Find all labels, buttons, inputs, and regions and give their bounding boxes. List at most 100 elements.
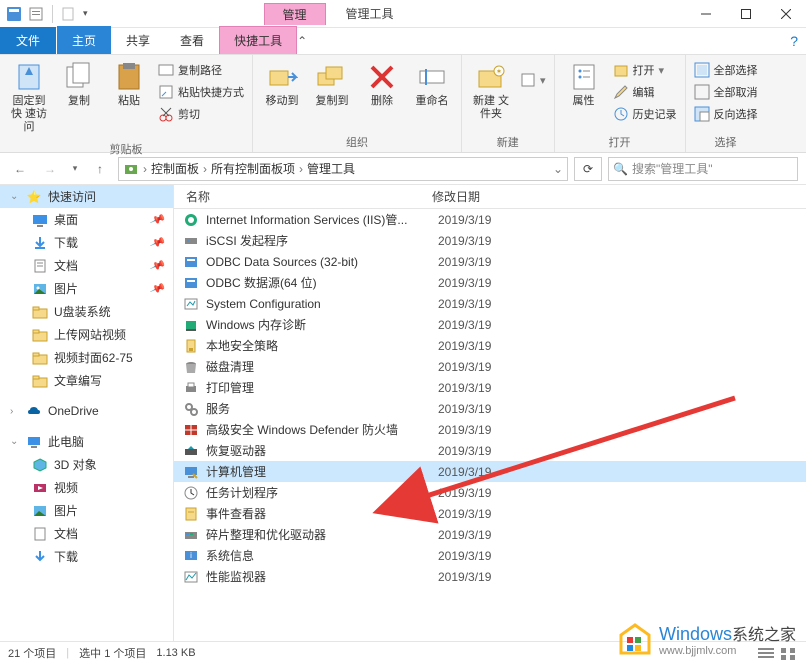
nav-udisk[interactable]: U盘装系统 (0, 300, 173, 323)
qat-dropdown-icon[interactable]: ▾ (83, 8, 88, 19)
nav-desktop[interactable]: 桌面📌 (0, 208, 173, 231)
nav-videos[interactable]: 视频 (0, 476, 173, 499)
file-date: 2019/3/19 (438, 549, 491, 563)
file-name: 本地安全策略 (206, 337, 438, 354)
file-list: Internet Information Services (IIS)管... 2… (174, 209, 806, 587)
nav-documents[interactable]: 文档📌 (0, 254, 173, 277)
tab-home[interactable]: 主页 (57, 26, 111, 54)
edit-button[interactable]: 编辑 (611, 83, 679, 101)
file-row[interactable]: 恢复驱动器2019/3/19 (174, 440, 806, 461)
nav-3d-objects[interactable]: 3D 对象 (0, 453, 173, 476)
column-header-name[interactable]: 名称 (174, 188, 432, 205)
nav-pictures[interactable]: 图片📌 (0, 277, 173, 300)
nav-videocover[interactable]: 视频封面62-75 (0, 346, 173, 369)
nav-quick-access[interactable]: ⌄ ⭐ 快速访问 (0, 185, 173, 208)
file-row[interactable]: 高级安全 Windows Defender 防火墙2019/3/19 (174, 419, 806, 440)
cut-button[interactable]: 剪切 (156, 105, 246, 123)
tab-share[interactable]: 共享 (111, 26, 165, 54)
file-row[interactable]: 任务计划程序2019/3/19 (174, 482, 806, 503)
maximize-button[interactable] (726, 0, 766, 28)
file-row[interactable]: ODBC Data Sources (32-bit)2019/3/19 (174, 251, 806, 272)
file-name: ODBC 数据源(64 位) (206, 274, 438, 291)
tab-view[interactable]: 查看 (165, 26, 219, 54)
minimize-button[interactable] (686, 0, 726, 28)
crumb-0[interactable]: 控制面板 (151, 160, 199, 177)
quick-access-toolbar: ▾ (0, 5, 94, 23)
expand-icon[interactable]: ⌄ (10, 191, 20, 202)
nav-onedrive[interactable]: ›OneDrive (0, 400, 173, 422)
properties-button[interactable]: 属性 (561, 57, 607, 112)
nav-up-button[interactable]: ↑ (88, 157, 112, 181)
qat-icon-props[interactable] (28, 6, 44, 22)
file-row[interactable]: iSCSI 发起程序2019/3/19 (174, 230, 806, 251)
search-input[interactable]: 🔍 搜索"管理工具" (608, 157, 798, 181)
copy-to-button[interactable]: 复制到 (309, 57, 355, 112)
file-row[interactable]: System Configuration2019/3/19 (174, 293, 806, 314)
file-icon (182, 337, 200, 355)
pc-icon (26, 434, 42, 450)
nav-forward-button[interactable]: → (38, 157, 62, 181)
new-folder-button[interactable]: ✶新建 文件夹 (468, 57, 514, 125)
chevron-right-icon[interactable]: › (297, 162, 305, 176)
tab-file[interactable]: 文件 (0, 27, 56, 54)
nav-downloads[interactable]: 下载📌 (0, 231, 173, 254)
move-to-button[interactable]: 移动到 (259, 57, 305, 112)
nav-upload[interactable]: 上传网站视频 (0, 323, 173, 346)
nav-recent-dropdown[interactable]: ▾ (68, 157, 82, 181)
file-icon (182, 421, 200, 439)
pin-quick-access-button[interactable]: 固定到快 速访问 (6, 57, 52, 139)
file-row[interactable]: i系统信息2019/3/19 (174, 545, 806, 566)
file-row[interactable]: 计算机管理2019/3/19 (174, 461, 806, 482)
chevron-right-icon[interactable]: › (201, 162, 209, 176)
invert-selection-button[interactable]: 反向选择 (692, 105, 760, 123)
ribbon-collapse-icon[interactable]: ⌃ (297, 34, 307, 48)
file-name: Internet Information Services (IIS)管... (206, 211, 438, 228)
paste-button[interactable]: 粘贴 (106, 57, 152, 112)
nav-this-pc[interactable]: ⌄此电脑 (0, 430, 173, 453)
file-row[interactable]: 打印管理2019/3/19 (174, 377, 806, 398)
history-button[interactable]: 历史记录 (611, 105, 679, 123)
delete-button[interactable]: 删除 (359, 57, 405, 112)
file-row[interactable]: Internet Information Services (IIS)管...2… (174, 209, 806, 230)
download-icon (32, 549, 48, 565)
folder-icon (32, 327, 48, 343)
open-button[interactable]: 打开▾ (611, 61, 679, 79)
file-row[interactable]: 磁盘清理2019/3/19 (174, 356, 806, 377)
cube-icon (32, 457, 48, 473)
column-header-date[interactable]: 修改日期 (432, 188, 572, 205)
nav-pictures2[interactable]: 图片 (0, 499, 173, 522)
address-dropdown-icon[interactable]: ⌄ (553, 162, 563, 176)
nav-documents2[interactable]: 文档 (0, 522, 173, 545)
refresh-button[interactable]: ⟳ (574, 157, 602, 181)
new-item-button[interactable]: ▾ (518, 71, 548, 89)
help-icon[interactable]: ? (790, 33, 798, 49)
expand-icon[interactable]: ⌄ (10, 436, 20, 447)
rename-button[interactable]: 重命名 (409, 57, 455, 112)
paste-shortcut-button[interactable]: 粘贴快捷方式 (156, 83, 246, 101)
file-row[interactable]: Windows 内存诊断2019/3/19 (174, 314, 806, 335)
address-root-icon (123, 161, 139, 177)
copy-path-button[interactable]: 复制路径 (156, 61, 246, 79)
file-row[interactable]: ODBC 数据源(64 位)2019/3/19 (174, 272, 806, 293)
nav-back-button[interactable]: ← (8, 157, 32, 181)
copy-button[interactable]: 复制 (56, 57, 102, 112)
select-none-button[interactable]: 全部取消 (692, 83, 760, 101)
file-row[interactable]: 事件查看器2019/3/19 (174, 503, 806, 524)
chevron-right-icon[interactable]: › (141, 162, 149, 176)
nav-downloads2[interactable]: 下载 (0, 545, 173, 568)
expand-icon[interactable]: › (10, 406, 20, 417)
address-bar[interactable]: › 控制面板 › 所有控制面板项 › 管理工具 ⌄ (118, 157, 568, 181)
nav-label: 3D 对象 (54, 456, 97, 473)
file-row[interactable]: 碎片整理和优化驱动器2019/3/19 (174, 524, 806, 545)
pin-icon: 📌 (149, 280, 166, 297)
close-button[interactable] (766, 0, 806, 28)
file-row[interactable]: 性能监视器2019/3/19 (174, 566, 806, 587)
qat-icon-blank[interactable] (61, 6, 77, 22)
file-row[interactable]: 本地安全策略2019/3/19 (174, 335, 806, 356)
crumb-1[interactable]: 所有控制面板项 (211, 160, 295, 177)
file-row[interactable]: 服务2019/3/19 (174, 398, 806, 419)
tab-shortcut-tools[interactable]: 快捷工具 (219, 26, 297, 54)
select-all-button[interactable]: 全部选择 (692, 61, 760, 79)
crumb-2[interactable]: 管理工具 (307, 160, 355, 177)
nav-articleedit[interactable]: 文章编写 (0, 369, 173, 392)
